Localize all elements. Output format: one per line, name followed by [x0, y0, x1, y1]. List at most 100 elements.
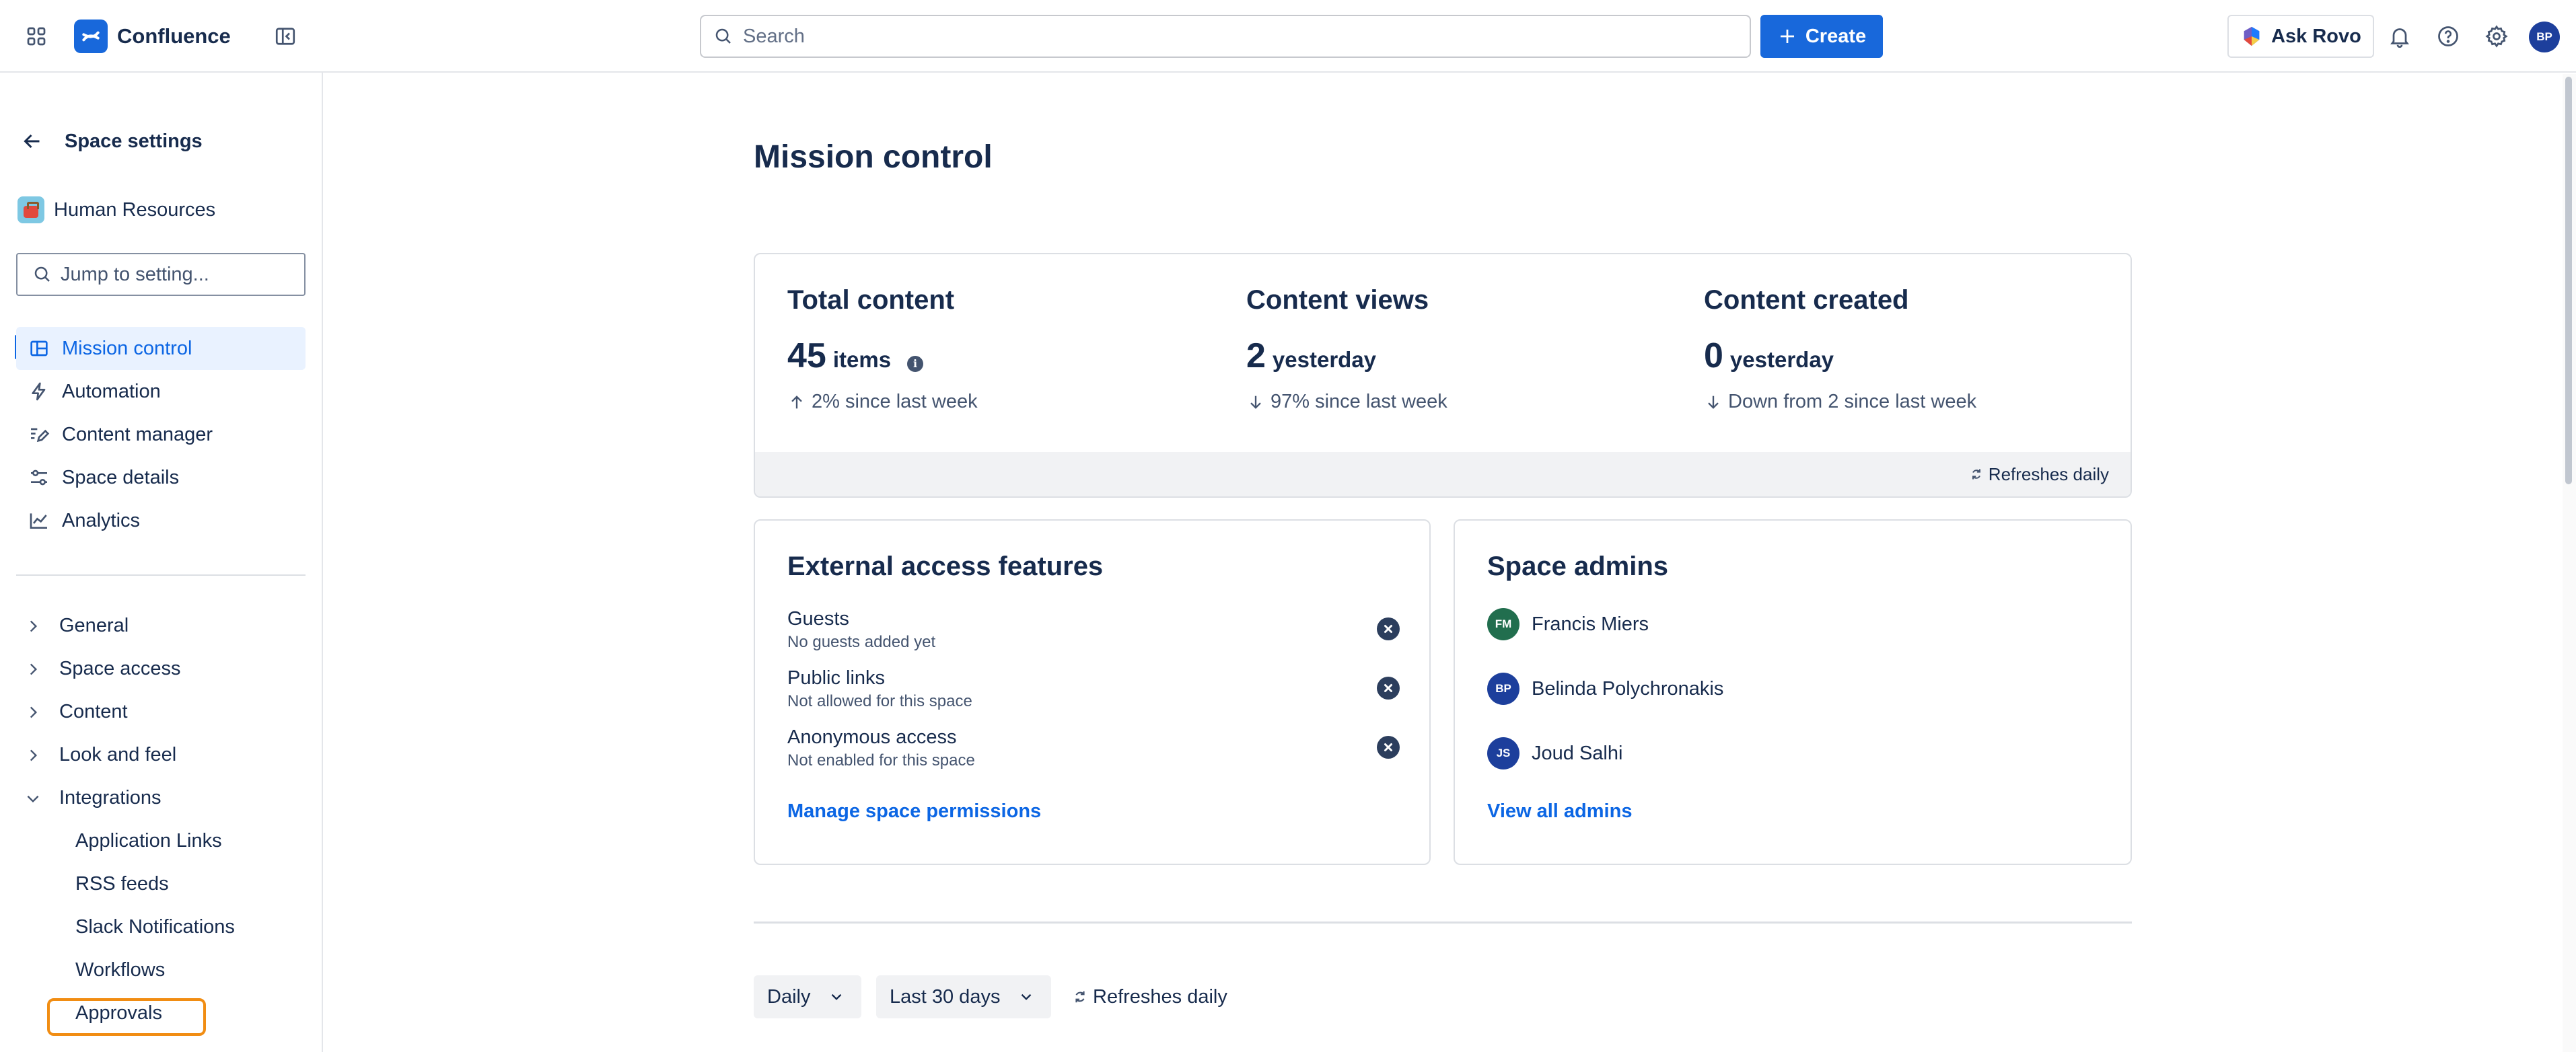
confluence-home-link[interactable]: Confluence — [74, 19, 231, 54]
nav-mission-control[interactable]: Mission control — [16, 327, 306, 370]
admin-row[interactable]: BP Belinda Polychronakis — [1487, 673, 1723, 705]
nav-content-manager[interactable]: Content manager — [16, 413, 306, 456]
section-label: Content — [59, 701, 128, 722]
chevron-right-icon — [30, 749, 38, 761]
lightning-icon — [32, 382, 46, 401]
ask-rovo-label: Ask Rovo — [2271, 25, 2361, 47]
view-all-admins-link[interactable]: View all admins — [1487, 800, 1632, 823]
user-avatar[interactable]: BP — [2529, 22, 2560, 52]
feature-guests: Guests No guests added yet — [787, 608, 1400, 652]
scrollbar-thumb[interactable] — [2565, 77, 2572, 484]
feature-name: Anonymous access — [787, 726, 957, 748]
feature-desc: Not allowed for this space — [787, 692, 972, 710]
stat-unit: items — [832, 347, 892, 372]
feature-desc: No guests added yet — [787, 633, 936, 651]
granularity-select[interactable]: Daily — [754, 975, 862, 1018]
section-general[interactable]: General — [24, 615, 129, 637]
stat-delta: Down from 2 since last week — [1728, 391, 1977, 412]
avatar: JS — [1487, 737, 1519, 769]
feature-public-links: Public links Not allowed for this space — [787, 667, 1400, 711]
refresh-label: Refreshes daily — [1988, 463, 2109, 484]
nav-application-links[interactable]: Application Links — [75, 830, 222, 852]
stat-total-content: Total content 45 items i 2% since last w… — [787, 285, 978, 413]
feature-name: Public links — [787, 667, 886, 689]
help-question-icon[interactable] — [2428, 16, 2468, 57]
disabled-x-icon — [1377, 736, 1400, 759]
admin-row[interactable]: JS Joud Salhi — [1487, 737, 1622, 769]
section-label: General — [59, 615, 129, 636]
section-label: Look and feel — [59, 744, 177, 765]
create-label: Create — [1805, 25, 1867, 47]
admin-name: Joud Salhi — [1532, 742, 1623, 764]
chevron-down-icon — [832, 993, 842, 1000]
collapse-sidebar-icon[interactable] — [265, 16, 306, 57]
line-chart-icon — [30, 513, 47, 529]
arrow-left-icon — [24, 134, 40, 149]
nav-analytics[interactable]: Analytics — [16, 499, 306, 542]
stat-content-views: Content views 2 yesterday 97% since last… — [1246, 285, 1447, 413]
settings-gear-icon[interactable] — [2476, 16, 2517, 57]
jump-to-setting-box[interactable] — [16, 253, 306, 296]
chevron-right-icon — [30, 663, 38, 675]
nav-rss-feeds[interactable]: RSS feeds — [75, 873, 169, 895]
plus-icon — [1780, 30, 1794, 43]
section-integrations[interactable]: Integrations — [24, 787, 162, 809]
nav-label: Analytics — [62, 509, 141, 531]
layout-icon — [30, 340, 48, 356]
stat-number: 0 — [1704, 336, 1723, 375]
nav-label: Content manager — [62, 423, 213, 445]
ask-rovo-button[interactable]: Ask Rovo — [2227, 15, 2374, 58]
arrow-down-icon — [1708, 396, 1719, 409]
chevron-down-icon — [27, 795, 39, 802]
confluence-logo-icon — [74, 20, 108, 53]
nav-space-details[interactable]: Space details — [16, 456, 306, 499]
search-icon — [715, 28, 731, 44]
feature-name: Guests — [787, 608, 849, 630]
top-navigation-bar: Confluence Create — [0, 0, 2576, 73]
admin-row[interactable]: FM Francis Miers — [1487, 608, 1649, 640]
back-to-space-button[interactable]: Space settings — [20, 129, 203, 153]
manage-space-permissions-link[interactable]: Manage space permissions — [787, 800, 1041, 823]
feature-desc: Not enabled for this space — [787, 751, 975, 769]
avatar: FM — [1487, 608, 1519, 640]
space-avatar-icon — [17, 196, 44, 223]
refresh-icon — [1075, 991, 1085, 1003]
info-icon[interactable]: i — [907, 355, 924, 372]
jump-to-setting-input[interactable] — [61, 263, 283, 286]
arrow-up-icon — [791, 395, 802, 408]
date-range-select[interactable]: Last 30 days — [876, 975, 1052, 1018]
search-icon — [34, 266, 50, 282]
main-content: Mission control Total content 45 items i… — [324, 74, 2545, 1052]
refresh-info: Refreshes daily — [1073, 975, 1227, 1018]
section-look-and-feel[interactable]: Look and feel — [24, 744, 176, 766]
stat-unit: yesterday — [1729, 347, 1834, 372]
nav-automation[interactable]: Automation — [16, 370, 306, 413]
stats-footer: Refreshes daily — [755, 452, 2131, 496]
nav-label: Space details — [62, 466, 180, 488]
section-space-access[interactable]: Space access — [24, 658, 181, 680]
chevron-down-icon — [1022, 993, 1032, 1000]
stats-card: Total content 45 items i 2% since last w… — [754, 253, 2132, 498]
chevron-right-icon — [30, 706, 38, 718]
date-range-value: Last 30 days — [890, 985, 1001, 1008]
space-settings-sidebar: Space settings Human Resources Mission c… — [0, 73, 323, 1052]
nav-workflows[interactable]: Workflows — [75, 959, 165, 981]
search-input[interactable] — [743, 25, 1685, 48]
notifications-bell-icon[interactable] — [2380, 16, 2420, 57]
space-admins-card: Space admins FM Francis Miers BP Belinda… — [1454, 519, 2132, 865]
chevron-right-icon — [30, 620, 38, 632]
nav-label: Mission control — [62, 337, 192, 359]
space-link[interactable]: Human Resources — [17, 196, 215, 223]
stat-unit: yesterday — [1272, 347, 1377, 372]
section-label: Space access — [59, 658, 181, 679]
create-button[interactable]: Create — [1760, 15, 1883, 58]
app-name: Confluence — [117, 24, 231, 48]
feature-anonymous-access: Anonymous access Not enabled for this sp… — [787, 726, 1400, 770]
arrow-down-icon — [1250, 396, 1261, 409]
disabled-x-icon — [1377, 677, 1400, 700]
app-switcher-icon[interactable] — [16, 16, 57, 57]
nav-slack-notifications[interactable]: Slack Notifications — [75, 916, 235, 938]
search-box[interactable] — [700, 15, 1751, 58]
stat-label: Total content — [787, 285, 955, 315]
section-content[interactable]: Content — [24, 701, 128, 723]
